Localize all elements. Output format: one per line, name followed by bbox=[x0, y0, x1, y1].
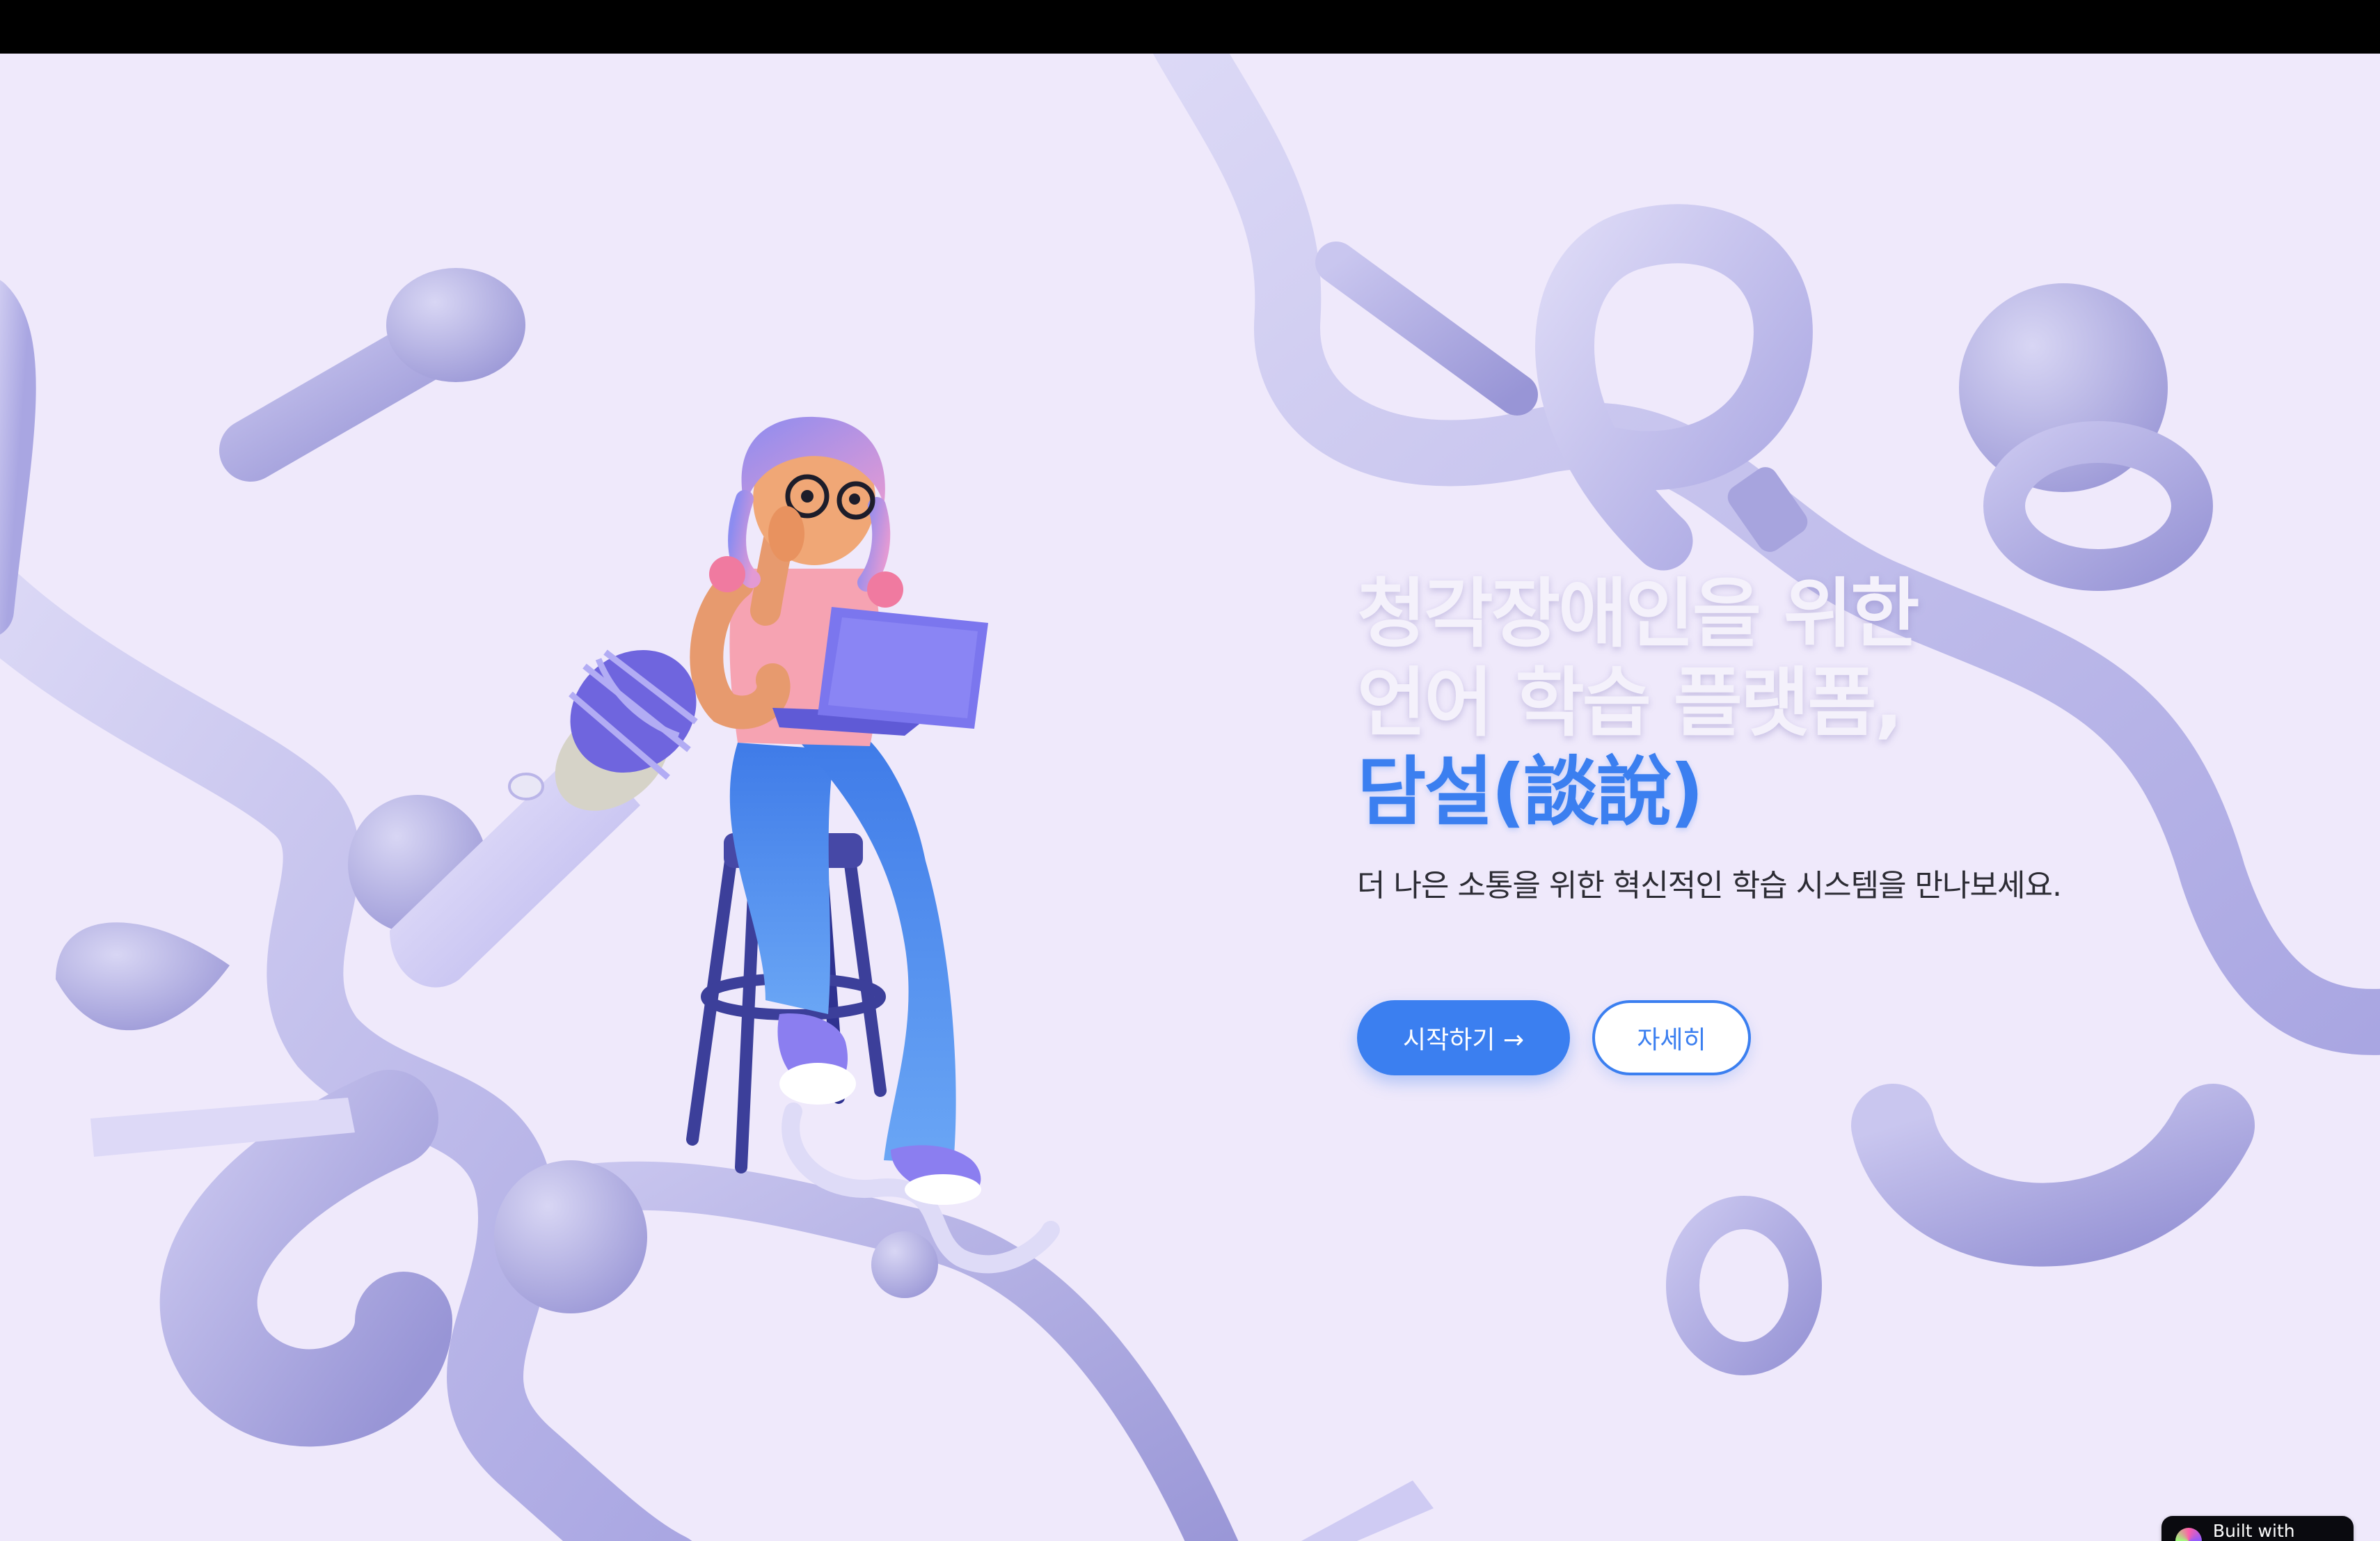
browser-top-bar bbox=[0, 0, 2380, 54]
hero-subheading: 더 나은 소통을 위한 혁신적인 학습 시스템을 만나보세요. bbox=[1357, 868, 2062, 903]
horseshoe-shape bbox=[1851, 1084, 2255, 1267]
built-with-spline-badge[interactable]: Built with Spline bbox=[2161, 1516, 2354, 1541]
stick-shape bbox=[1315, 242, 1538, 416]
headline-brand-name: 담설(談說) bbox=[1357, 749, 1704, 836]
headline-line-2: 언어 학습 플랫폼, bbox=[1357, 660, 1903, 747]
spline-logo-icon bbox=[2175, 1528, 2202, 1541]
curl-shape bbox=[159, 1070, 452, 1447]
ring-shape bbox=[1983, 421, 2213, 591]
headline-line-1: 청각장애인을 위한 bbox=[1357, 571, 1919, 658]
badge-label: Built with Spline bbox=[2212, 1521, 2295, 1541]
hero-headline: 청각장애인을 위한 언어 학습 플랫폼, 담설(談說) bbox=[1357, 570, 2262, 837]
details-button[interactable]: 자세히 bbox=[1592, 1000, 1751, 1075]
hero-text-block: 청각장애인을 위한 언어 학습 플랫폼, 담설(談說) 더 나은 소통을 위한 … bbox=[1357, 570, 2262, 1075]
cone-shape bbox=[56, 922, 230, 1031]
hero-section: 청각장애인을 위한 언어 학습 플랫폼, 담설(談說) 더 나은 소통을 위한 … bbox=[0, 54, 2380, 1541]
ribbon-shape bbox=[0, 280, 36, 635]
start-button[interactable]: 시작하기 → bbox=[1357, 1000, 1570, 1075]
ring-shape bbox=[1666, 1196, 1822, 1375]
cta-buttons: 시작하기 → 자세히 bbox=[1357, 1000, 1751, 1075]
